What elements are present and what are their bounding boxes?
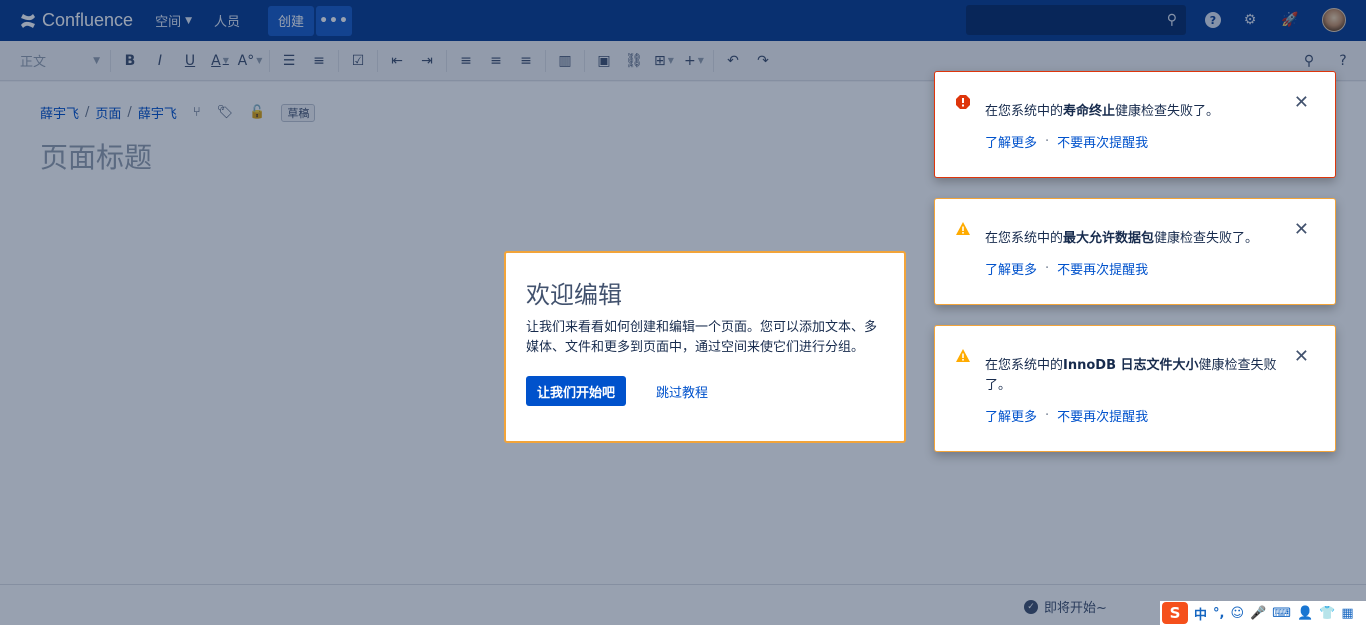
flag-message-suffix: 健康检查失败了。 xyxy=(1115,104,1220,119)
separator-dot: · xyxy=(1045,408,1050,423)
close-icon[interactable]: ✕ xyxy=(1294,219,1309,240)
flag-message: 在您系统中的寿命终止健康检查失败了。 xyxy=(985,102,1285,122)
welcome-title: 欢迎编辑 xyxy=(526,281,622,309)
ime-toolbar: S 中 °, ☺ 🎤 ⌨ 👤 👕 ▦ xyxy=(1160,601,1366,625)
flag-actions: 了解更多 · 不要再次提醒我 xyxy=(985,406,1148,425)
error-icon xyxy=(955,94,971,110)
keyboard-icon[interactable]: ⌨ xyxy=(1272,606,1291,621)
flag-actions: 了解更多 · 不要再次提醒我 xyxy=(985,259,1148,278)
start-tour-button[interactable]: 让我们开始吧 xyxy=(526,376,627,406)
flag-check-name: 寿命终止 xyxy=(1063,104,1116,119)
welcome-dialog: 欢迎编辑 让我们来看看如何创建和编辑一个页面。您可以添加文本、多媒体、文件和更多… xyxy=(504,251,906,443)
ime-punctuation-toggle[interactable]: °, xyxy=(1213,606,1224,621)
separator-dot: · xyxy=(1045,261,1050,276)
microphone-icon[interactable]: 🎤 xyxy=(1250,606,1266,621)
learn-more-link[interactable]: 了解更多 xyxy=(985,259,1037,278)
flag-message-prefix: 在您系统中的 xyxy=(985,104,1064,119)
flag-check-name: 最大允许数据包 xyxy=(1063,231,1155,246)
dont-remind-link[interactable]: 不要再次提醒我 xyxy=(1057,406,1148,425)
flag-message-prefix: 在您系统中的 xyxy=(985,231,1064,246)
health-check-flag: 在您系统中的寿命终止健康检查失败了。 了解更多 · 不要再次提醒我 ✕ xyxy=(934,71,1336,178)
flag-message: 在您系统中的最大允许数据包健康检查失败了。 xyxy=(985,229,1285,249)
warning-icon xyxy=(955,348,971,364)
flag-check-name: InnoDB 日志文件大小 xyxy=(1063,358,1199,373)
dont-remind-link[interactable]: 不要再次提醒我 xyxy=(1057,259,1148,278)
flag-actions: 了解更多 · 不要再次提醒我 xyxy=(985,132,1148,151)
grid-menu-icon[interactable]: ▦ xyxy=(1341,606,1353,621)
warning-icon xyxy=(955,221,971,237)
flag-message-suffix: 健康检查失败了。 xyxy=(1154,231,1259,246)
close-icon[interactable]: ✕ xyxy=(1294,346,1309,367)
sogou-logo-icon[interactable]: S xyxy=(1162,602,1188,624)
skin-icon[interactable]: 👕 xyxy=(1319,606,1335,621)
welcome-body: 让我们来看看如何创建和编辑一个页面。您可以添加文本、多媒体、文件和更多到页面中，… xyxy=(526,320,878,355)
user-icon[interactable]: 👤 xyxy=(1297,606,1313,621)
dont-remind-link[interactable]: 不要再次提醒我 xyxy=(1057,132,1148,151)
emoji-icon[interactable]: ☺ xyxy=(1230,606,1244,621)
learn-more-link[interactable]: 了解更多 xyxy=(985,406,1037,425)
learn-more-link[interactable]: 了解更多 xyxy=(985,132,1037,151)
flag-message: 在您系统中的InnoDB 日志文件大小健康检查失败了。 xyxy=(985,356,1285,396)
ime-language-toggle[interactable]: 中 xyxy=(1194,604,1207,623)
flag-message-prefix: 在您系统中的 xyxy=(985,358,1064,373)
health-check-flag: 在您系统中的最大允许数据包健康检查失败了。 了解更多 · 不要再次提醒我 ✕ xyxy=(934,198,1336,305)
separator-dot: · xyxy=(1045,134,1050,149)
skip-tutorial-link[interactable]: 跳过教程 xyxy=(656,382,708,401)
close-icon[interactable]: ✕ xyxy=(1294,92,1309,113)
health-check-flag: 在您系统中的InnoDB 日志文件大小健康检查失败了。 了解更多 · 不要再次提… xyxy=(934,325,1336,452)
